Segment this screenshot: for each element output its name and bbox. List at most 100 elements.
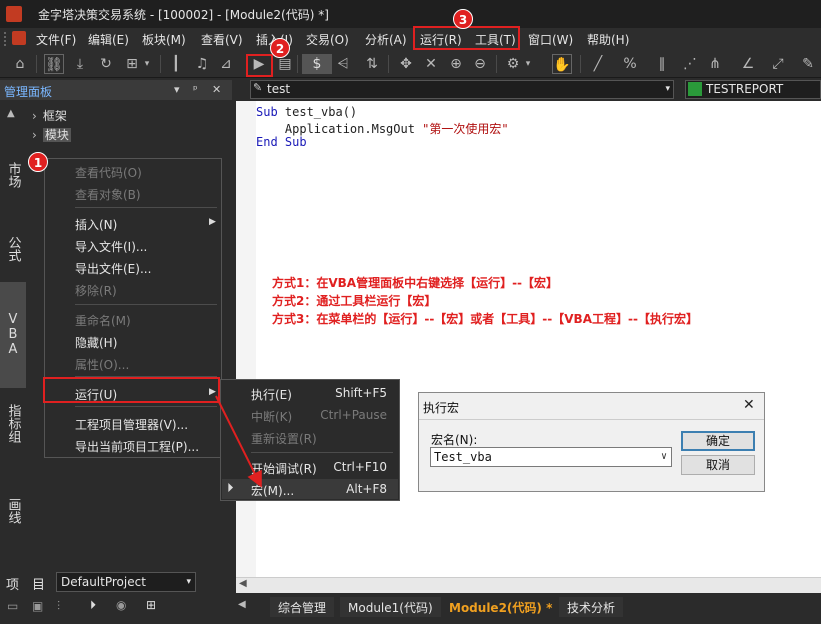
panel-dropdown-icon[interactable]: ▾ [174,83,180,96]
submenu-item-macro[interactable]: 宏(M)... [251,482,294,499]
menu-item-view-object[interactable]: 查看对象(B) [75,186,141,203]
gear-icon[interactable]: ⚙ [503,54,523,74]
tab-module1[interactable]: Module1(代码) [340,597,441,617]
stop-icon[interactable]: ◉ [116,598,126,612]
zoom-in-icon[interactable]: ⊕ [446,54,466,74]
panel-title: 管理面板 [4,85,53,99]
expand-arrow-icon[interactable]: › [32,128,37,142]
menu-file[interactable]: 文件(F) [36,31,76,48]
tab-overview[interactable]: 综合管理 [270,597,335,617]
menu-item-view-code[interactable]: 查看代码(O) [75,164,142,181]
parallel-icon[interactable]: ∥ [652,54,672,74]
project-select[interactable]: DefaultProject ▾ [56,572,196,592]
code-string: "第一次使用宏" [422,122,509,136]
ok-button[interactable]: 确定 [681,431,755,451]
menu-window[interactable]: 窗口(W) [528,31,573,48]
procedure-combo[interactable]: TESTREPORT [685,80,821,99]
hand-icon[interactable]: ✋ [552,54,572,74]
code-editor[interactable] [236,101,821,577]
project-label: 项 目 [6,578,46,593]
close-panel-icon[interactable]: ✕ [212,83,221,96]
macro-name-value: Test_vba [434,450,492,464]
window-icon[interactable]: ▭ [7,599,18,613]
pen-icon[interactable]: ✎ [798,54,818,74]
menu-item-remove[interactable]: 移除(R) [75,282,117,299]
move-icon[interactable]: ✥ [396,54,416,74]
dialog-title: 执行宏 [423,401,460,415]
tab-market[interactable]: 市场 [0,162,26,202]
menu-view[interactable]: 查看(V) [201,31,243,48]
tree-item-module[interactable]: › 模块 [32,126,71,143]
menu-item-rename[interactable]: 重命名(M) [75,312,131,329]
sort-icon[interactable]: ⇅ [362,54,382,74]
link-icon[interactable]: ⛓ [44,54,64,74]
menu-app-icon[interactable] [12,31,26,45]
submenu-item-break[interactable]: 中断(K) [251,408,292,425]
tab-market-label: 市场 [5,162,21,188]
gear-dropdown-icon[interactable]: ▾ [523,54,533,74]
scroll-left-icon[interactable]: ◀ [239,578,247,589]
sliders-icon[interactable]: ⫶ [57,599,60,614]
dollar-icon[interactable]: $ [302,54,332,74]
tab-drawing[interactable]: 画线 [0,498,26,538]
home-icon[interactable]: ⌂ [10,54,30,74]
channel-icon[interactable]: ⋰ [680,54,700,74]
angle-icon[interactable]: ∠ [738,54,758,74]
tab-indicator-group[interactable]: 指标组 [0,404,26,462]
editor-combo-row: test ▾ ✎ TESTREPORT [236,80,821,100]
object-combo-value: test [267,82,291,96]
note-method-2: 方式2：通过工具栏运行【宏】 [272,294,437,308]
menu-board[interactable]: 板块(M) [142,31,186,48]
zoom-out-icon[interactable]: ⊖ [470,54,490,74]
save-icon[interactable]: ▣ [32,599,43,613]
tree-item-frame[interactable]: › 框架 [32,107,67,124]
menu-item-export-project[interactable]: 导出当前项目工程(P)... [75,438,199,455]
candlestick-icon[interactable]: ┃ [166,54,186,74]
percent-icon[interactable]: % [620,54,640,74]
menu-help[interactable]: 帮助(H) [587,31,629,48]
tabs-scroll-left-icon[interactable]: ◀ [238,599,246,610]
submenu-item-reset[interactable]: 重新设置(R) [251,430,317,447]
grid-icon[interactable]: ⊞ [122,54,142,74]
menu-item-properties[interactable]: 属性(O)... [75,356,129,373]
tab-technical-analysis[interactable]: 技术分析 [559,597,624,617]
menu-item-export-file[interactable]: 导出文件(E)... [75,260,151,277]
submenu-item-execute[interactable]: 执行(E) [251,386,292,403]
chart-icon[interactable]: ⊿ [216,54,236,74]
dialog-close-icon[interactable]: ✕ [743,397,755,413]
line-draw-icon[interactable]: ╱ [588,54,608,74]
highlight-menu-run-tools [413,26,520,50]
add-window-icon[interactable]: ⊞ [146,598,156,612]
menu-edit[interactable]: 编辑(E) [88,31,129,48]
pin-icon[interactable]: ᵖ [193,83,198,96]
chevron-down-icon[interactable]: ∨ [661,448,667,466]
fan-icon[interactable]: ⋔ [705,54,725,74]
bell-icon[interactable]: ♫ [192,54,212,74]
menu-item-hide[interactable]: 隐藏(H) [75,334,117,351]
macro-name-input[interactable]: Test_vba ∨ [430,447,672,467]
refresh-icon[interactable]: ↻ [96,54,116,74]
menu-trade[interactable]: 交易(O) [306,31,349,48]
menu-item-import-file[interactable]: 导入文件(I)... [75,238,147,255]
slash-icon[interactable]: ⤢ [768,54,788,74]
tab-vba[interactable]: VBA [0,282,26,388]
grid-dropdown-icon[interactable]: ▾ [142,54,152,74]
horizontal-scrollbar[interactable]: ◀ [236,577,821,593]
menu-item-insert[interactable]: 插入(N) [75,216,117,233]
toolbar-separator [36,55,37,73]
tab-formula[interactable]: 公式 [0,236,26,276]
play-circle-icon: ⏵ [227,481,234,496]
tab-module2[interactable]: Module2(代码) * [441,597,561,617]
scroll-up-icon[interactable]: ▲ [7,108,15,119]
cancel-button[interactable]: 取消 [681,455,755,475]
menu-analysis[interactable]: 分析(A) [365,31,407,48]
expand-arrow-icon[interactable]: › [32,109,37,123]
menu-item-project-manager[interactable]: 工程项目管理器(V)... [75,416,188,433]
object-combo[interactable]: test ▾ [250,80,674,99]
download-icon[interactable]: ⤓ [70,54,90,74]
cross-icon[interactable]: ✕ [421,54,441,74]
shortcut-execute: Shift+F5 [335,386,387,400]
submenu-item-debug[interactable]: 开始调试(R) [251,460,317,477]
filter-icon[interactable]: ⩤ [333,54,353,74]
play-icon[interactable]: ⏵ [90,598,96,613]
